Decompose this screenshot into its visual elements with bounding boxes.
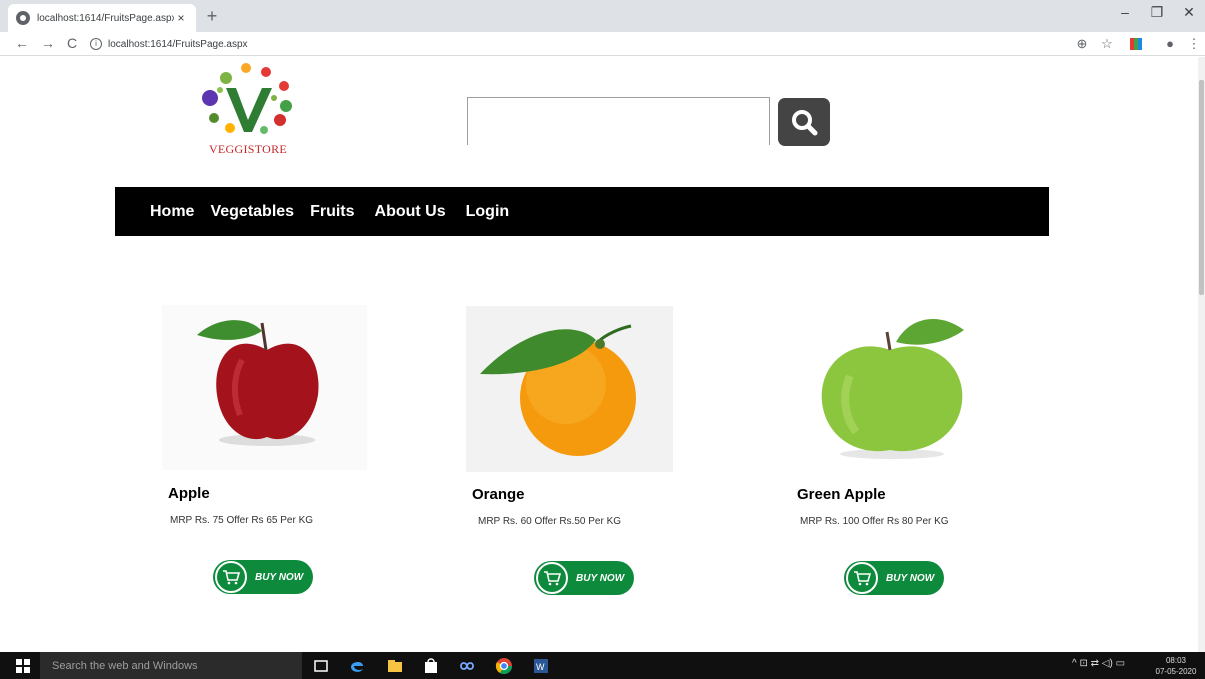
zoom-icon[interactable]: ⊕ (1074, 36, 1090, 52)
orange-fruit-image (480, 324, 636, 456)
address-bar[interactable]: i localhost:1614/FruitsPage.aspx (90, 34, 1090, 54)
close-window-button[interactable]: ✕ (1174, 4, 1204, 21)
tray-icons[interactable]: ^ ⊡ ⇄ ◁) ▭ (1072, 658, 1125, 669)
search-icon (792, 110, 818, 136)
nav-fruits[interactable]: Fruits (310, 203, 354, 221)
clock-date: 07-05-2020 (1155, 667, 1197, 676)
buy-now-button[interactable]: BUY NOW (844, 561, 944, 595)
tab-title: localhost:1614/FruitsPage.aspx (37, 12, 174, 24)
buy-now-button[interactable]: BUY NOW (213, 560, 313, 594)
nav-login[interactable]: Login (466, 203, 510, 221)
taskbar: Search the web and Windows W ^ ⊡ ⇄ ◁) ▭ … (0, 652, 1205, 679)
new-tab-button[interactable]: + (204, 6, 220, 27)
store-icon[interactable] (422, 657, 440, 675)
forward-button[interactable]: → (40, 35, 56, 51)
veggistore-logo-icon (202, 63, 292, 134)
main-nav: Home Vegetables Fruits About Us Login (115, 187, 1049, 236)
tab-close-button[interactable]: × (174, 11, 188, 25)
globe-icon (16, 11, 30, 25)
product-name[interactable]: Orange (472, 486, 525, 503)
windows-start-icon[interactable] (16, 659, 30, 673)
nav-vegetables[interactable]: Vegetables (210, 203, 294, 221)
cart-icon (846, 562, 878, 594)
file-explorer-icon[interactable] (386, 657, 404, 675)
buy-now-label: BUY NOW (576, 572, 625, 584)
red-apple-image (197, 320, 319, 446)
back-button[interactable]: ← (14, 35, 30, 51)
clock-time: 08:03 (1165, 656, 1187, 665)
info-icon[interactable]: i (90, 38, 102, 50)
svg-text:W: W (536, 662, 545, 672)
orange-image[interactable] (466, 306, 673, 472)
maximize-button[interactable]: ❐ (1142, 4, 1172, 21)
taskbar-search-placeholder: Search the web and Windows (52, 659, 198, 672)
task-view-icon[interactable] (312, 657, 330, 675)
apple-image[interactable] (162, 305, 367, 470)
green-apple-fruit-image (821, 318, 964, 459)
tab-strip: localhost:1614/FruitsPage.aspx × + – ❐ ✕ (0, 0, 1205, 32)
nav-home[interactable]: Home (150, 203, 194, 221)
search-button[interactable] (778, 98, 830, 146)
menu-icon[interactable]: ⋮ (1186, 36, 1202, 52)
buy-now-button[interactable]: BUY NOW (534, 561, 634, 595)
search-input[interactable] (467, 97, 770, 145)
product-price: MRP Rs. 100 Offer Rs 80 Per KG (800, 516, 949, 527)
product-name[interactable]: Green Apple (797, 486, 886, 503)
reload-button[interactable]: C (64, 35, 80, 51)
buy-now-label: BUY NOW (886, 572, 935, 584)
logo-text: VEGGISTORE (208, 142, 288, 156)
product-price: MRP Rs. 75 Offer Rs 65 Per KG (170, 515, 314, 526)
edge-browser-icon[interactable] (348, 657, 366, 675)
bookmark-star-icon[interactable]: ☆ (1099, 36, 1115, 52)
buy-now-label: BUY NOW (255, 571, 304, 583)
browser-tab[interactable]: localhost:1614/FruitsPage.aspx × (8, 4, 196, 32)
profile-icon[interactable]: ● (1162, 36, 1178, 51)
extension-icon[interactable] (1130, 38, 1142, 50)
word-icon[interactable]: W (532, 657, 550, 675)
site-logo[interactable]: VEGGISTORE (196, 58, 300, 158)
page-viewport: VEGGISTORE Home Vegetables Fruits About … (0, 57, 1198, 652)
minimize-button[interactable]: – (1110, 4, 1140, 20)
cart-icon (215, 561, 247, 593)
cart-icon (536, 562, 568, 594)
product-name[interactable]: Apple (168, 485, 210, 502)
nav-about-us[interactable]: About Us (375, 203, 446, 221)
clock[interactable]: 08:03 07-05-2020 (1150, 655, 1202, 677)
product-price: MRP Rs. 60 Offer Rs.50 Per KG (478, 516, 622, 527)
taskbar-search[interactable]: Search the web and Windows (40, 652, 302, 679)
url-text: localhost:1614/FruitsPage.aspx (108, 38, 248, 50)
green-apple-image[interactable] (790, 306, 995, 472)
chrome-icon[interactable] (495, 657, 513, 675)
browser-toolbar: ← → C i localhost:1614/FruitsPage.aspx ⊕… (0, 32, 1205, 56)
infinity-app-icon[interactable] (458, 657, 476, 675)
scrollbar-thumb[interactable] (1199, 80, 1204, 295)
